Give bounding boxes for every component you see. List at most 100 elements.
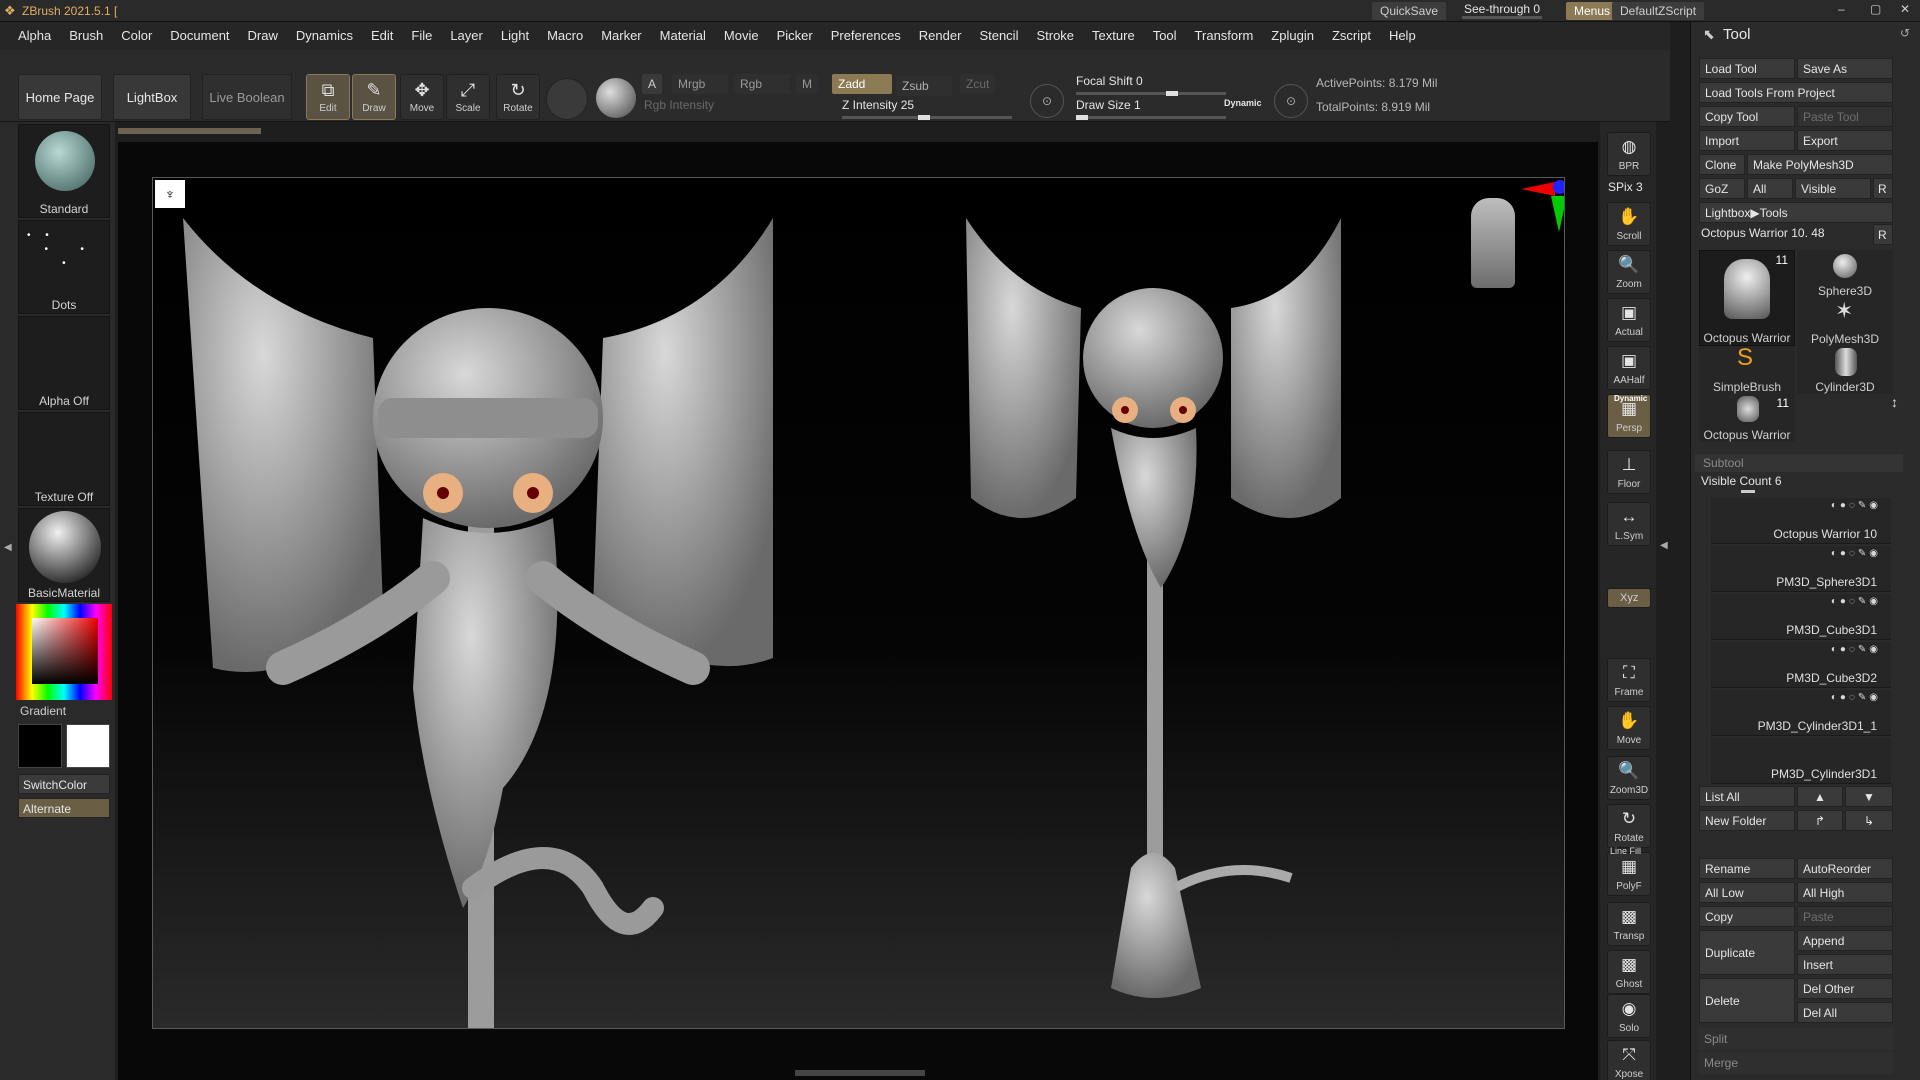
menu-macro[interactable]: Macro [538,22,592,50]
dynamic-d-icon[interactable]: ⊙ [1274,84,1308,118]
menu-preferences[interactable]: Preferences [822,22,910,50]
visible-count-slider[interactable]: Visible Count 6 [1701,474,1782,488]
menu-draw[interactable]: Draw [239,22,287,50]
tool-pin-icon[interactable]: ⬉ [1703,26,1715,43]
split-menu[interactable]: Split [1699,1028,1893,1050]
m-button[interactable]: M [796,74,818,94]
alternate-button[interactable]: Alternate [18,798,110,818]
zcut-button[interactable]: Zcut [960,74,996,94]
menu-edit[interactable]: Edit [362,22,402,50]
subtool-row-6[interactable]: PM3D_Cylinder3D1 [1711,738,1891,784]
menu-stencil[interactable]: Stencil [970,22,1027,50]
draw-size-knob[interactable] [1076,115,1088,120]
delete-button[interactable]: Delete [1699,978,1795,1023]
goz-all-button[interactable]: All [1747,178,1793,199]
all-low-button[interactable]: All Low [1699,882,1795,903]
subtool-header[interactable]: Subtool [1695,454,1903,472]
transp-button[interactable]: ▩ Transp [1607,902,1651,946]
octopus-warrior-model-right[interactable] [961,198,1361,1028]
menu-material[interactable]: Material [651,22,715,50]
menu-color[interactable]: Color [112,22,161,50]
subtool-row-4[interactable]: ◐●◌✎◉ PM3D_Cube3D2 [1711,642,1891,688]
load-tools-from-project-button[interactable]: Load Tools From Project [1699,82,1893,103]
gradient-label[interactable]: Gradient [20,704,66,718]
head-gizmo-icon[interactable] [1471,198,1515,288]
menu-dynamics[interactable]: Dynamics [287,22,362,50]
scroll-button[interactable]: ✋ Scroll [1607,202,1651,246]
tool-thumb-octopus-warrior[interactable]: 11 Octopus Warrior [1699,250,1795,346]
scale-button[interactable]: ⤢ Scale [446,74,490,120]
color-picker[interactable] [16,604,112,700]
paste-tool-button[interactable]: Paste Tool [1797,106,1893,127]
move-up-arrow-icon[interactable]: ▲ [1797,786,1843,807]
polyf-button[interactable]: ▦ PolyF [1607,852,1651,896]
subtool-row-2[interactable]: ◐●◌✎◉ PM3D_Sphere3D1 [1711,546,1891,592]
zadd-button[interactable]: Zadd [832,74,892,94]
z-intensity-track[interactable] [842,115,1012,120]
palette-reset-icon[interactable]: ↺ [1900,26,1910,40]
dynamic-toggle[interactable]: Dynamic [1224,98,1262,108]
merge-menu[interactable]: Merge [1699,1052,1893,1074]
xyz-button[interactable]: Xyz [1607,588,1651,608]
octopus-warrior-model-left[interactable] [173,188,913,1028]
subtool-controls-icon[interactable]: ◐●◌✎◉ [1831,692,1881,703]
load-tool-button[interactable]: Load Tool [1699,58,1795,79]
actual-button[interactable]: ▣ Actual [1607,298,1651,342]
solo-button[interactable]: ◉ Solo [1607,994,1651,1038]
brush-thumbnail[interactable]: Standard [18,124,110,218]
secondary-color-swatch[interactable] [66,724,110,768]
minimize-icon[interactable]: – [1838,2,1845,16]
ghost-button[interactable]: ▩ Ghost [1607,950,1651,994]
switchcolor-button[interactable]: SwitchColor [18,774,110,794]
material-thumbnail[interactable]: BasicMaterial [18,508,110,602]
bpr-button[interactable]: ◍ BPR [1607,132,1651,176]
subtool-controls-icon[interactable]: ◐●◌✎◉ [1831,644,1881,655]
lazy-s-icon[interactable]: ⊙ [1030,84,1064,118]
lightbox-button[interactable]: LightBox [113,74,191,120]
subtool-row-5[interactable]: ◐●◌✎◉ PM3D_Cylinder3D1_1 [1711,690,1891,736]
alpha-thumbnail[interactable]: Alpha Off [18,316,110,410]
insert-button[interactable]: Insert [1797,954,1893,975]
menu-transform[interactable]: Transform [1186,22,1263,50]
draw-size-track[interactable] [1076,115,1226,120]
lightbox-tools-button[interactable]: Lightbox▶Tools [1699,202,1893,223]
menu-zplugin[interactable]: Zplugin [1262,22,1323,50]
paste-button[interactable]: Paste [1797,906,1893,927]
l-sym-button[interactable]: ↔ L.Sym [1607,502,1651,546]
folder-arrow-down-icon[interactable]: ↳ [1845,810,1893,831]
subtool-controls-icon[interactable]: ◐●◌✎◉ [1831,548,1881,559]
rgb-intensity-slider[interactable]: Rgb Intensity [644,98,714,112]
spix-slider[interactable]: SPix 3 [1608,180,1643,194]
menu-layer[interactable]: Layer [441,22,492,50]
rotate-button[interactable]: ↻ Rotate [1607,804,1651,848]
del-all-button[interactable]: Del All [1797,1002,1893,1023]
edit-button[interactable]: ⧉ Edit [306,74,350,120]
move-button[interactable]: ✥ Move [400,74,444,120]
duplicate-button[interactable]: Duplicate [1699,930,1795,975]
draw-button[interactable]: ✎ Draw [352,74,396,120]
menu-stroke[interactable]: Stroke [1027,22,1083,50]
alpha-a-toggle[interactable]: A [642,74,663,94]
aahalf-button[interactable]: ▣ AAHalf [1607,346,1651,390]
floor-button[interactable]: ⊥ Floor [1607,450,1651,494]
save-as-button[interactable]: Save As [1797,58,1893,79]
goz-button[interactable]: GoZ [1699,178,1745,199]
visible-count-knob[interactable] [1741,490,1755,493]
subtool-controls-icon[interactable]: ◐●◌✎◉ [1831,500,1881,511]
subtool-row-3[interactable]: ◐●◌✎◉ PM3D_Cube3D1 [1711,594,1891,640]
subtool-row-1[interactable]: ◐●◌✎◉ Octopus Warrior 10 [1711,498,1891,544]
z-intensity-slider[interactable]: Z Intensity 25 [842,98,914,112]
menu-tool[interactable]: Tool [1144,22,1186,50]
menu-light[interactable]: Light [492,22,538,50]
menu-file[interactable]: File [402,22,441,50]
sphere-mode-icon[interactable] [596,78,636,118]
quicksave-button[interactable]: QuickSave [1372,2,1447,20]
del-other-button[interactable]: Del Other [1797,978,1893,999]
menu-texture[interactable]: Texture [1083,22,1144,50]
tool-thumb-sphere3d[interactable]: Sphere3D [1797,250,1893,298]
current-tool-slider[interactable]: Octopus Warrior 10. 48 [1701,226,1825,240]
xpose-button[interactable]: ⤧ Xpose [1607,1040,1651,1080]
frame-button[interactable]: ⛶ Frame [1607,658,1651,702]
rotate-button[interactable]: ↻ Rotate [496,74,540,120]
make-polymesh3d-button[interactable]: Make PolyMesh3D [1747,154,1893,175]
